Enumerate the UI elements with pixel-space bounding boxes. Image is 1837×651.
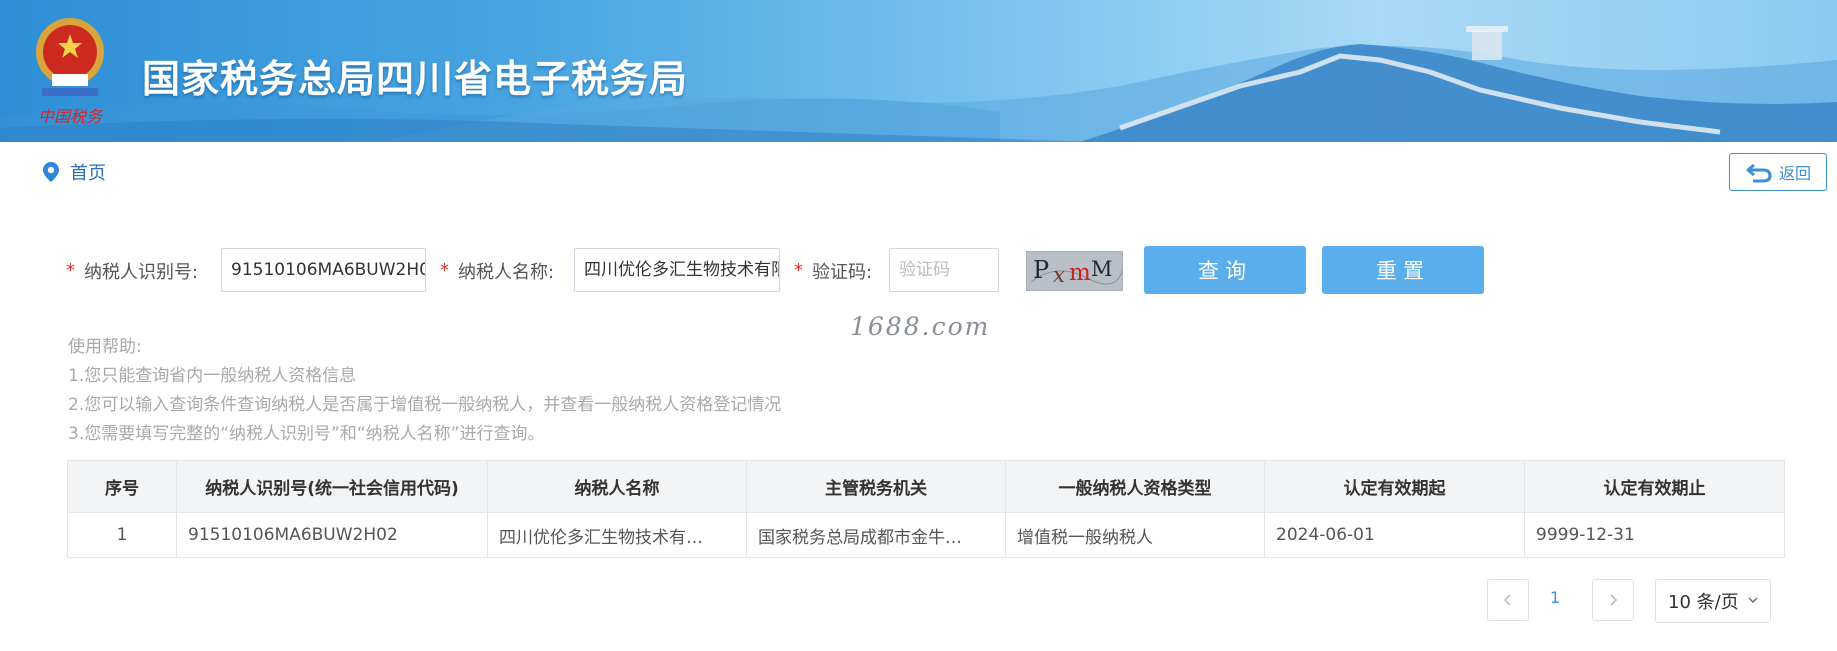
page-size-select[interactable]: 10 条/页 — [1655, 579, 1771, 623]
column-header: 一般纳税人资格类型 — [1005, 460, 1265, 513]
captcha-image-art: P x m M — [1030, 256, 1122, 287]
location-pin-icon — [43, 162, 59, 182]
chevron-right-icon — [1610, 594, 1618, 606]
back-button[interactable]: 返回 — [1729, 153, 1827, 191]
breadcrumb-home[interactable]: 首页 — [70, 159, 106, 185]
site-header: 中国税务 国家税务总局四川省电子税务局 — [0, 0, 1837, 142]
table-cell-valid-from: 2024-06-01 — [1264, 512, 1525, 558]
tax-emblem-logo: 中国税务 — [36, 18, 104, 126]
emblem-caption: 中国税务 — [38, 107, 104, 126]
captcha-char-1: P — [1033, 256, 1049, 284]
table-header-row: 序号 纳税人识别号(统一社会信用代码) 纳税人名称 主管税务机关 一般纳税人资格… — [67, 460, 1785, 513]
table-row: 1 91510106MA6BUW2H02 四川优伦多汇生物技术有… 国家税务总局… — [67, 512, 1785, 558]
result-table: 序号 纳税人识别号(统一社会信用代码) 纳税人名称 主管税务机关 一般纳税人资格… — [67, 460, 1785, 558]
taxpayer-name-input[interactable]: 四川优伦多汇生物技术有限公司 — [574, 248, 780, 292]
column-header: 纳税人名称 — [487, 460, 747, 513]
column-header: 认定有效期止 — [1524, 460, 1785, 513]
table-cell-qualification-type: 增值税一般纳税人 — [1005, 512, 1265, 558]
captcha-image[interactable]: P x m M — [1026, 251, 1123, 291]
return-arrow-icon — [1746, 163, 1772, 183]
breadcrumb: 首页 — [42, 160, 106, 184]
query-button[interactable]: 查询 — [1144, 246, 1306, 294]
taxpayer-id-input[interactable]: 91510106MA6BUW2H02 — [221, 248, 426, 292]
taxpayer-id-label: 纳税人识别号: — [84, 262, 199, 283]
help-line-1: 1.您只能查询省内一般纳税人资格信息 — [68, 366, 357, 386]
captcha-char-4: M — [1091, 257, 1113, 281]
captcha-label: 验证码: — [812, 262, 873, 283]
usage-help: 使用帮助: 1.您只能查询省内一般纳税人资格信息 2.您可以输入查询条件查询纳税… — [68, 333, 781, 449]
reset-button[interactable]: 重置 — [1322, 246, 1484, 294]
prev-page-button[interactable] — [1487, 579, 1529, 621]
back-button-label: 返回 — [1778, 164, 1811, 183]
table-cell-valid-to: 9999-12-31 — [1524, 512, 1785, 558]
required-asterisk: * — [794, 260, 803, 281]
column-header: 认定有效期起 — [1264, 460, 1525, 513]
captcha-char-3: m — [1069, 260, 1091, 286]
table-cell-taxpayer-id: 91510106MA6BUW2H02 — [176, 512, 488, 558]
column-header: 纳税人识别号(统一社会信用代码) — [176, 460, 488, 513]
required-asterisk: * — [66, 260, 75, 281]
chevron-left-icon — [1503, 594, 1511, 606]
table-cell-index: 1 — [67, 512, 177, 558]
column-header: 序号 — [67, 460, 177, 513]
next-page-button[interactable] — [1592, 579, 1634, 621]
captcha-char-2: x — [1053, 263, 1065, 287]
watermark-text: 1688.com — [850, 312, 991, 341]
page-size-value: 10 条/页 — [1668, 592, 1739, 613]
column-header: 主管税务机关 — [746, 460, 1006, 513]
chevron-down-icon — [1748, 597, 1758, 603]
taxpayer-name-label: 纳税人名称: — [458, 262, 555, 283]
page-number-current[interactable]: 1 — [1550, 588, 1560, 607]
captcha-input[interactable] — [889, 248, 999, 292]
table-cell-taxpayer-name: 四川优伦多汇生物技术有… — [487, 512, 747, 558]
required-asterisk: * — [440, 260, 449, 281]
help-line-2: 2.您可以输入查询条件查询纳税人是否属于增值税一般纳税人，并查看一般纳税人资格登… — [68, 395, 782, 415]
site-title: 国家税务总局四川省电子税务局 — [142, 57, 689, 101]
help-line-3: 3.您需要填写完整的“纳税人识别号”和“纳税人名称”进行查询。 — [68, 424, 545, 444]
query-form: * 纳税人识别号: 91510106MA6BUW2H02 * 纳税人名称: 四川… — [66, 246, 1516, 294]
table-cell-tax-authority: 国家税务总局成都市金牛… — [746, 512, 1006, 558]
help-title: 使用帮助: — [68, 337, 142, 357]
